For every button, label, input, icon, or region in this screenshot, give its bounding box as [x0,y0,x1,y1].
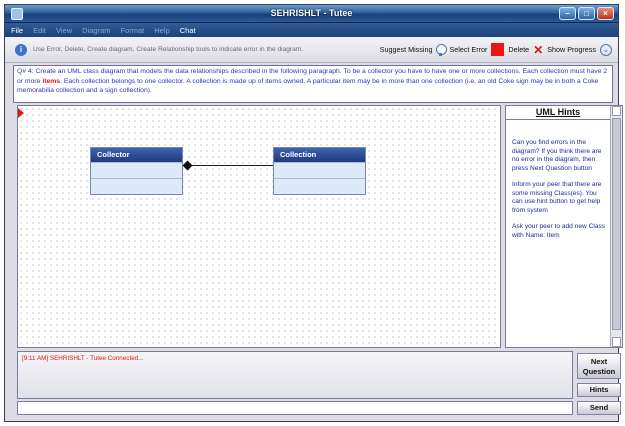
title-bar[interactable]: SEHRISHLT - Tutee – □ × [5,5,618,23]
menu-format[interactable]: Format [121,26,145,35]
app-window: SEHRISHLT - Tutee – □ × File Edit View D… [4,4,623,422]
info-icon: i [15,43,27,56]
chat-input[interactable] [17,401,573,415]
minimize-button[interactable]: – [559,7,576,20]
class-collector[interactable]: Collector [90,147,183,195]
suggest-missing-button[interactable]: Suggest Missing [380,45,433,54]
class-attributes[interactable] [274,162,365,178]
menu-view[interactable]: View [56,26,72,35]
scroll-thumb[interactable] [612,118,621,330]
class-name: Collector [91,148,182,162]
uml-hints-panel: UML Hints Can you find errors in the dia… [505,105,623,348]
hints-scrollbar[interactable] [610,106,622,347]
scroll-up-arrow[interactable] [612,106,621,116]
hints-title: UML Hints [506,106,610,120]
composition-diamond-icon[interactable] [182,160,193,171]
send-button[interactable]: Send [577,401,621,415]
window-title: SEHRISHLT - Tutee [270,8,353,18]
window-controls: – □ × [559,7,614,20]
question-text-end: . Each collection belongs to one collect… [17,77,599,95]
toolbar-hint: Use Error, Delete, Create diagram, Creat… [33,46,304,53]
chat-message: [9:11 AM] SEHRISHLT - Tutee Connected... [22,355,144,362]
hint-message: Can you find errors in the diagram? If y… [512,139,602,172]
lightbulb-icon[interactable] [436,43,448,56]
class-operations[interactable] [274,178,365,194]
menu-edit[interactable]: Edit [33,26,46,35]
next-question-label: Next [590,357,608,366]
diagram-canvas[interactable]: Collector Collection [17,105,501,348]
next-question-button[interactable]: Next Question [577,353,621,379]
toolbar-actions: Suggest Missing Select Error Delete ✕ Sh… [380,43,618,56]
hint-message: Ask your peer to add new Class with Name… [512,223,606,239]
delete-x-icon[interactable]: ✕ [533,44,543,56]
menu-chat[interactable]: Chat [180,26,196,35]
menu-bar: File Edit View Diagram Format Help Chat [5,23,618,37]
hints-button[interactable]: Hints [577,383,621,397]
chat-log: [9:11 AM] SEHRISHLT - Tutee Connected... [17,351,573,399]
menu-help[interactable]: Help [154,26,169,35]
menu-diagram[interactable]: Diagram [82,26,110,35]
class-attributes[interactable] [91,162,182,178]
class-operations[interactable] [91,178,182,194]
question-emphasis: items [42,77,61,85]
toolbar: i Use Error, Delete, Create diagram, Cre… [5,37,618,63]
select-error-button[interactable]: Select Error [449,45,487,54]
class-collection[interactable]: Collection [273,147,366,195]
error-color-swatch-icon[interactable] [491,43,505,56]
hint-message: Inform your peer that there are some mis… [512,181,602,214]
association-line[interactable] [192,165,273,166]
close-button[interactable]: × [597,7,614,20]
scroll-down-arrow[interactable] [612,337,621,347]
maximize-button[interactable]: □ [578,7,595,20]
class-name: Collection [274,148,365,162]
progress-chevron-icon[interactable]: ⌄ [600,43,612,56]
show-progress-button[interactable]: Show Progress [547,45,596,54]
hints-body: Can you find errors in the diagram? If y… [512,139,608,248]
question-text: Q# 4: Create an UML class diagram that m… [13,65,613,103]
error-flag-icon [18,108,24,118]
delete-button[interactable]: Delete [508,45,529,54]
next-question-label: Question [582,367,616,376]
menu-file[interactable]: File [11,26,23,35]
